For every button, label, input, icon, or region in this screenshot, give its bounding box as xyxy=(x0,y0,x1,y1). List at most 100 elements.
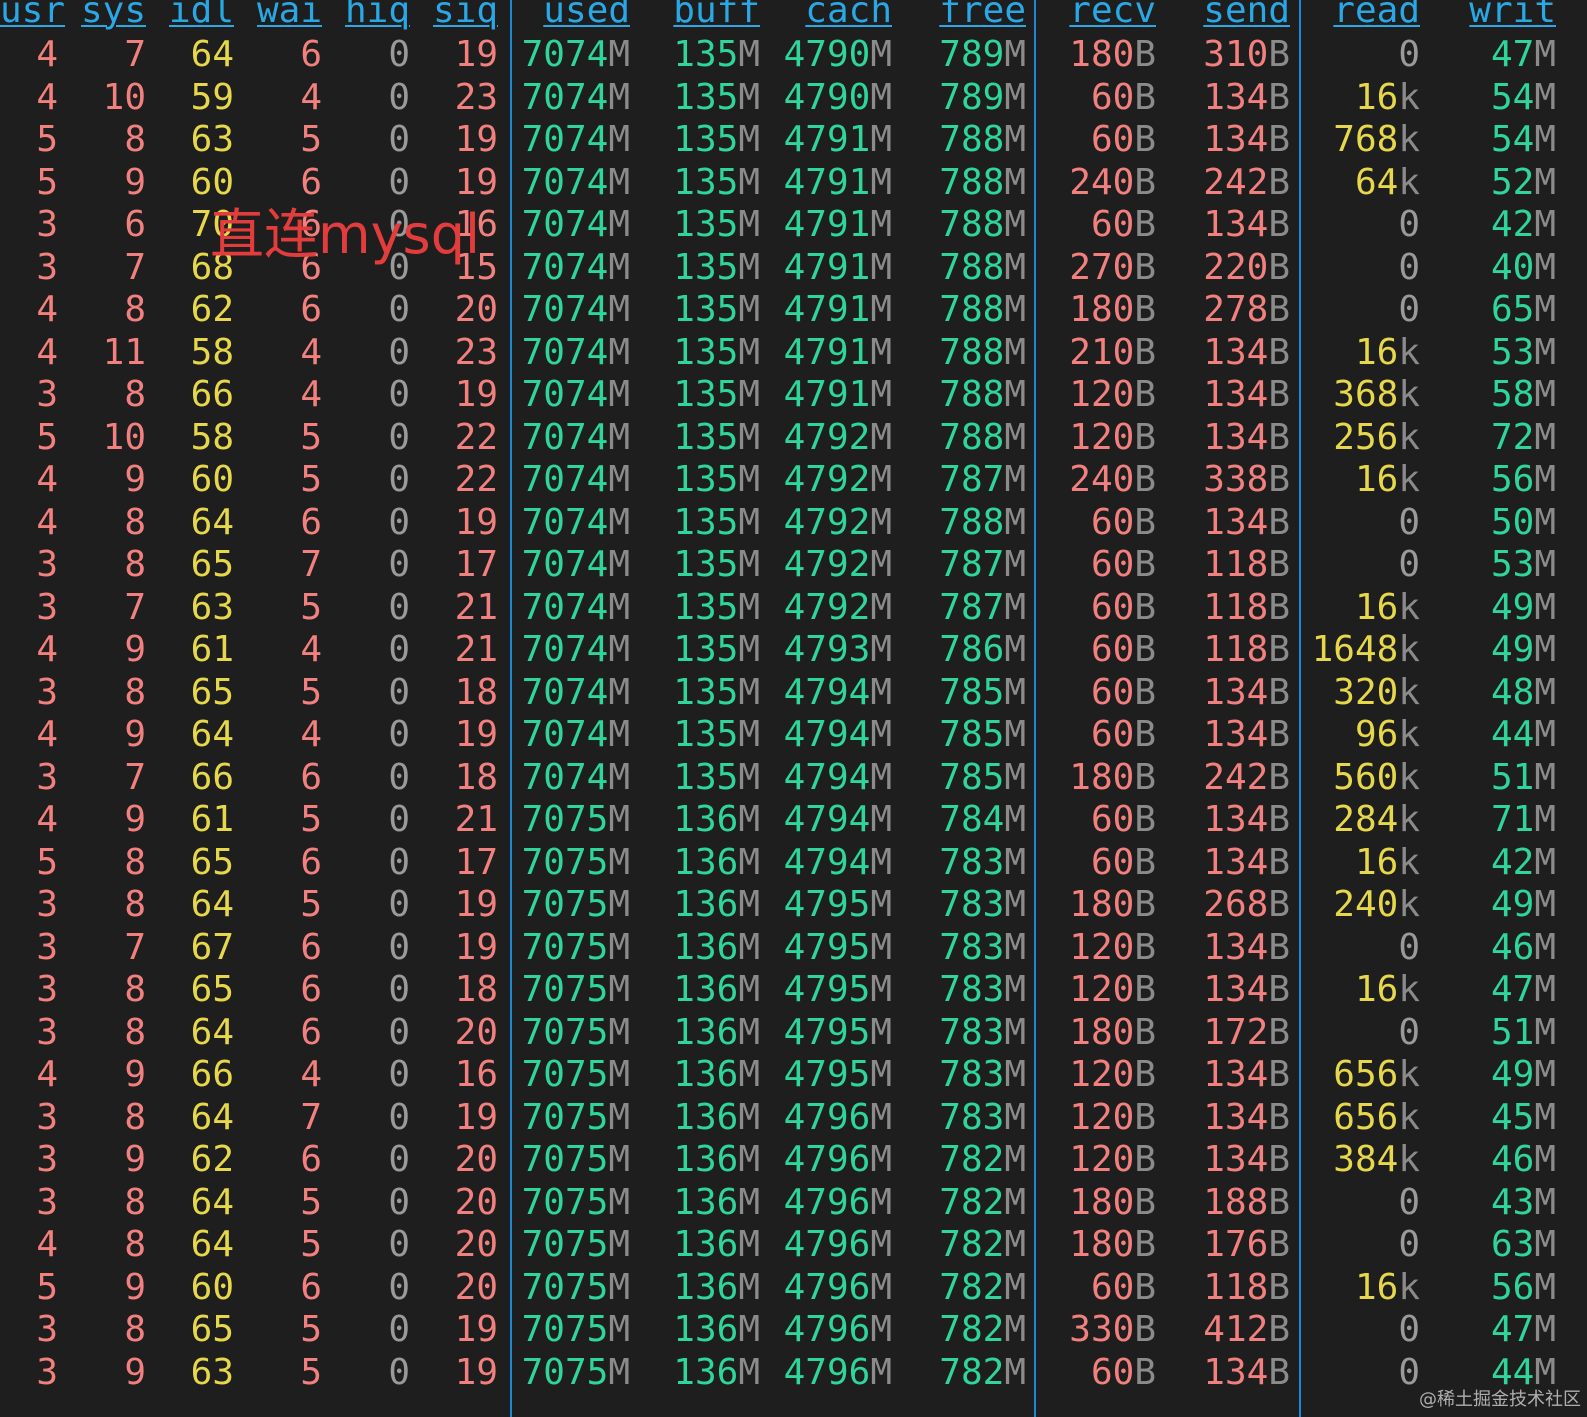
cell-wai: 7 xyxy=(300,1096,322,1138)
cell-used: 7075M xyxy=(521,1054,630,1095)
cell-sys: 9 xyxy=(124,1139,146,1180)
cell-usr: 5 xyxy=(36,416,58,458)
cell-cach: 4795M xyxy=(783,969,892,1010)
cell-read: 320k xyxy=(1333,671,1420,713)
cell-read: 384k xyxy=(1333,1139,1420,1180)
cell-send: 242B xyxy=(1203,161,1290,203)
cell-wai: 5 xyxy=(300,416,322,458)
cell-free: 784M xyxy=(939,799,1026,840)
cell-cach: 4791M xyxy=(783,204,892,245)
cell-buff: 136M xyxy=(673,1224,760,1265)
cell-hiq: 0 xyxy=(388,586,410,628)
cell-sys: 8 xyxy=(124,1224,146,1265)
cell-wai: 5 xyxy=(300,459,322,500)
cell-read: 656k xyxy=(1333,1096,1420,1138)
cell-usr: 3 xyxy=(36,756,58,798)
cell-writ: 58M xyxy=(1490,374,1556,415)
cell-used: 7075M xyxy=(521,1351,630,1393)
cell-send: 134B xyxy=(1203,671,1290,713)
cell-hiq: 0 xyxy=(388,1266,410,1308)
cell-sys: 8 xyxy=(124,884,146,925)
cell-writ: 46M xyxy=(1490,1139,1556,1180)
cell-writ: 49M xyxy=(1490,586,1556,628)
cell-recv: 180B xyxy=(1069,756,1156,798)
cell-buff: 135M xyxy=(673,459,760,500)
cell-cach: 4792M xyxy=(783,459,892,500)
cell-writ: 50M xyxy=(1490,501,1556,543)
cell-free: 783M xyxy=(939,926,1026,968)
cell-idl: 65 xyxy=(190,1309,234,1350)
cell-writ: 46M xyxy=(1490,926,1556,968)
cell-cach: 4792M xyxy=(783,544,892,585)
cell-sys: 6 xyxy=(124,204,146,245)
cell-used: 7074M xyxy=(521,76,630,118)
cell-cach: 4791M xyxy=(783,119,892,160)
cell-read: 256k xyxy=(1333,416,1420,458)
cell-writ: 72M xyxy=(1490,416,1556,458)
cell-hiq: 0 xyxy=(388,76,410,118)
cell-hiq: 0 xyxy=(388,1139,410,1180)
cell-read: 96k xyxy=(1354,714,1420,755)
cell-buff: 135M xyxy=(673,714,760,755)
cell-hiq: 0 xyxy=(388,34,410,75)
cell-writ: 53M xyxy=(1490,331,1556,373)
cell-cach: 4792M xyxy=(783,501,892,543)
cell-free: 788M xyxy=(939,246,1026,288)
cell-read: 16k xyxy=(1354,969,1420,1010)
cell-recv: 180B xyxy=(1069,884,1156,925)
cell-cach: 4795M xyxy=(783,926,892,968)
cell-wai: 5 xyxy=(300,1351,322,1393)
cell-siq: 18 xyxy=(454,756,498,798)
cell-buff: 136M xyxy=(673,884,760,925)
cell-read: 0 xyxy=(1398,246,1420,288)
cell-writ: 71M xyxy=(1490,799,1556,840)
cell-used: 7075M xyxy=(521,799,630,840)
cell-recv: 240B xyxy=(1069,459,1156,500)
cell-writ: 47M xyxy=(1490,1309,1556,1350)
cell-sys: 8 xyxy=(124,501,146,543)
cell-wai: 4 xyxy=(300,374,322,415)
cell-sys: 10 xyxy=(102,416,146,458)
cell-siq: 18 xyxy=(454,671,498,713)
cell-used: 7074M xyxy=(521,331,630,373)
cell-hiq: 0 xyxy=(388,1351,410,1393)
cell-hiq: 0 xyxy=(388,671,410,713)
cell-send: 134B xyxy=(1203,374,1290,415)
cell-sys: 9 xyxy=(124,714,146,755)
cell-used: 7074M xyxy=(521,246,630,288)
cell-recv: 60B xyxy=(1090,544,1156,585)
cell-free: 785M xyxy=(939,714,1026,755)
column-header-cach: cach xyxy=(805,0,892,31)
cell-usr: 4 xyxy=(36,501,58,543)
cell-send: 134B xyxy=(1203,119,1290,160)
cell-sys: 7 xyxy=(124,586,146,628)
cell-sys: 7 xyxy=(124,246,146,288)
cell-wai: 5 xyxy=(300,1224,322,1265)
cell-used: 7075M xyxy=(521,969,630,1010)
column-separator xyxy=(510,0,512,1417)
cell-free: 783M xyxy=(939,884,1026,925)
cell-read: 16k xyxy=(1354,1266,1420,1308)
cell-hiq: 0 xyxy=(388,1224,410,1265)
cell-buff: 135M xyxy=(673,34,760,75)
cell-wai: 5 xyxy=(300,119,322,160)
cell-wai: 6 xyxy=(300,1139,322,1180)
cell-writ: 49M xyxy=(1490,629,1556,670)
column-header-hiq: hiq xyxy=(344,0,410,31)
cell-buff: 135M xyxy=(673,756,760,798)
cell-buff: 135M xyxy=(673,416,760,458)
cell-siq: 20 xyxy=(454,1266,498,1308)
cell-send: 412B xyxy=(1203,1309,1290,1350)
cell-usr: 4 xyxy=(36,714,58,755)
cell-buff: 136M xyxy=(673,969,760,1010)
cell-free: 788M xyxy=(939,204,1026,245)
cell-usr: 3 xyxy=(36,969,58,1010)
cell-siq: 21 xyxy=(454,586,498,628)
cell-hiq: 0 xyxy=(388,1181,410,1223)
cell-writ: 49M xyxy=(1490,884,1556,925)
cell-wai: 6 xyxy=(300,161,322,203)
cell-recv: 60B xyxy=(1090,671,1156,713)
cell-siq: 22 xyxy=(454,459,498,500)
cell-recv: 120B xyxy=(1069,969,1156,1010)
cell-read: 0 xyxy=(1398,289,1420,330)
